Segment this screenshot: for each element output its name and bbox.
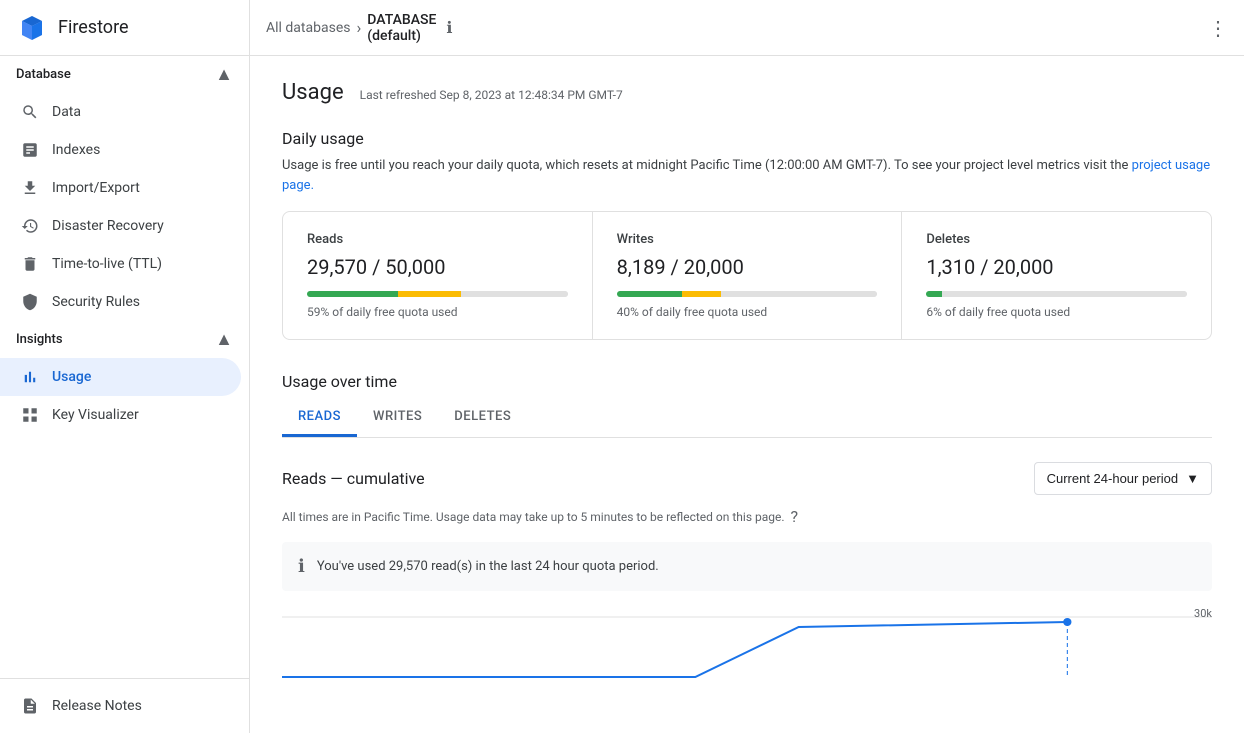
upload-icon (20, 179, 40, 197)
writes-value: 8,189 / 20,000 (617, 255, 878, 279)
reads-value: 29,570 / 50,000 (307, 255, 568, 279)
last-refreshed: Last refreshed Sep 8, 2023 at 12:48:34 P… (360, 88, 623, 102)
sidebar-item-import-export[interactable]: Import/Export (0, 169, 241, 207)
deletes-progress-gray (942, 291, 1187, 297)
sidebar: Firestore Database ▲ Data Indexes Import… (0, 0, 250, 733)
writes-card: Writes 8,189 / 20,000 40% of daily free … (593, 212, 903, 339)
insights-section-header[interactable]: Insights ▲ (0, 321, 249, 358)
sidebar-item-key-visualizer-label: Key Visualizer (52, 407, 139, 423)
period-selector-label: Current 24-hour period (1047, 471, 1179, 486)
sidebar-item-release-notes[interactable]: Release Notes (0, 687, 241, 725)
breadcrumb-current-db: DATABASE (default) (367, 12, 436, 44)
sidebar-item-usage-label: Usage (52, 369, 91, 385)
tab-reads[interactable]: READS (282, 399, 357, 437)
deletes-progress (926, 291, 1187, 297)
deletes-value: 1,310 / 20,000 (926, 255, 1187, 279)
sidebar-item-indexes-label: Indexes (52, 142, 100, 158)
deletes-label: Deletes (926, 232, 1187, 247)
sidebar-item-disaster-recovery[interactable]: Disaster Recovery (0, 207, 241, 245)
deletes-progress-green (926, 291, 942, 297)
grid-icon (20, 406, 40, 424)
writes-quota-label: 40% of daily free quota used (617, 305, 878, 319)
deletes-card: Deletes 1,310 / 20,000 6% of daily free … (902, 212, 1211, 339)
trash-icon (20, 255, 40, 273)
insights-section-label: Insights (16, 332, 63, 347)
more-options-icon[interactable]: ⋮ (1208, 16, 1228, 40)
sidebar-nav: Database ▲ Data Indexes Import/Export (0, 56, 249, 678)
notes-icon (20, 697, 40, 715)
daily-usage-desc: Usage is free until you reach your daily… (282, 156, 1212, 195)
sidebar-item-disaster-recovery-label: Disaster Recovery (52, 218, 164, 234)
tab-deletes[interactable]: DELETES (438, 399, 527, 437)
chart-svg (282, 607, 1212, 687)
page-title: Usage (282, 80, 344, 105)
writes-label: Writes (617, 232, 878, 247)
usage-over-time-title: Usage over time (282, 372, 1212, 391)
chart-header: Reads — cumulative Current 24-hour perio… (282, 462, 1212, 495)
chart-y-label: 30k (1194, 607, 1212, 620)
chart-subtitle-text: All times are in Pacific Time. Usage dat… (282, 510, 785, 524)
reads-progress-gray (461, 291, 568, 297)
database-chevron-icon: ▲ (215, 64, 233, 85)
page-header: Usage Last refreshed Sep 8, 2023 at 12:4… (282, 80, 1212, 105)
sidebar-item-usage[interactable]: Usage (0, 358, 241, 396)
breadcrumb-chevron-icon: › (356, 18, 361, 37)
sidebar-item-ttl-label: Time-to-live (TTL) (52, 256, 162, 272)
reads-card: Reads 29,570 / 50,000 59% of daily free … (283, 212, 593, 339)
database-section-label: Database (16, 67, 71, 82)
sidebar-footer: Release Notes (0, 678, 249, 733)
sidebar-item-ttl[interactable]: Time-to-live (TTL) (0, 245, 241, 283)
writes-progress (617, 291, 878, 297)
sidebar-item-key-visualizer[interactable]: Key Visualizer (0, 396, 241, 434)
sidebar-item-data-label: Data (52, 104, 81, 120)
sidebar-item-security-rules[interactable]: Security Rules (0, 283, 241, 321)
chart-section: Reads — cumulative Current 24-hour perio… (282, 438, 1212, 687)
topbar: All databases › DATABASE (default) ℹ ⋮ (250, 0, 1244, 56)
help-icon[interactable]: ? (791, 507, 799, 526)
period-selector-button[interactable]: Current 24-hour period ▼ (1034, 462, 1212, 495)
sidebar-item-indexes[interactable]: Indexes (0, 131, 241, 169)
page-content: Usage Last refreshed Sep 8, 2023 at 12:4… (250, 56, 1244, 733)
breadcrumb-all-databases[interactable]: All databases (266, 20, 350, 36)
reads-progress (307, 291, 568, 297)
info-icon[interactable]: ℹ (446, 18, 452, 37)
usage-tabs: READS WRITES DELETES (282, 399, 1212, 438)
info-banner-text: You've used 29,570 read(s) in the last 2… (317, 559, 659, 574)
reads-progress-green (307, 291, 398, 297)
writes-progress-yellow (682, 291, 721, 297)
chart-subtitle: All times are in Pacific Time. Usage dat… (282, 507, 1212, 526)
database-section-header[interactable]: Database ▲ (0, 56, 249, 93)
chart-area: 30k (282, 607, 1212, 687)
reads-progress-yellow (398, 291, 461, 297)
chart-title: Reads — cumulative (282, 469, 425, 488)
search-icon (20, 103, 40, 121)
daily-usage-title: Daily usage (282, 129, 1212, 148)
app-title: Firestore (58, 17, 129, 38)
info-banner: ℹ You've used 29,570 read(s) in the last… (282, 542, 1212, 591)
info-banner-icon: ℹ (298, 556, 305, 577)
app-logo (16, 12, 48, 44)
dropdown-arrow-icon: ▼ (1186, 471, 1199, 486)
breadcrumb: All databases › DATABASE (default) ℹ (266, 12, 452, 44)
usage-cards: Reads 29,570 / 50,000 59% of daily free … (282, 211, 1212, 340)
sidebar-item-security-rules-label: Security Rules (52, 294, 140, 310)
sidebar-item-import-export-label: Import/Export (52, 180, 140, 196)
sidebar-item-release-notes-label: Release Notes (52, 698, 142, 714)
deletes-quota-label: 6% of daily free quota used (926, 305, 1187, 319)
history-icon (20, 217, 40, 235)
bar-chart-icon (20, 368, 40, 386)
reads-label: Reads (307, 232, 568, 247)
sidebar-item-data[interactable]: Data (0, 93, 241, 131)
writes-progress-green (617, 291, 682, 297)
sidebar-header: Firestore (0, 0, 249, 56)
index-icon (20, 141, 40, 159)
tab-writes[interactable]: WRITES (357, 399, 438, 437)
insights-chevron-icon: ▲ (215, 329, 233, 350)
writes-progress-gray (721, 291, 877, 297)
shield-icon (20, 293, 40, 311)
main-content: All databases › DATABASE (default) ℹ ⋮ U… (250, 0, 1244, 733)
reads-quota-label: 59% of daily free quota used (307, 305, 568, 319)
